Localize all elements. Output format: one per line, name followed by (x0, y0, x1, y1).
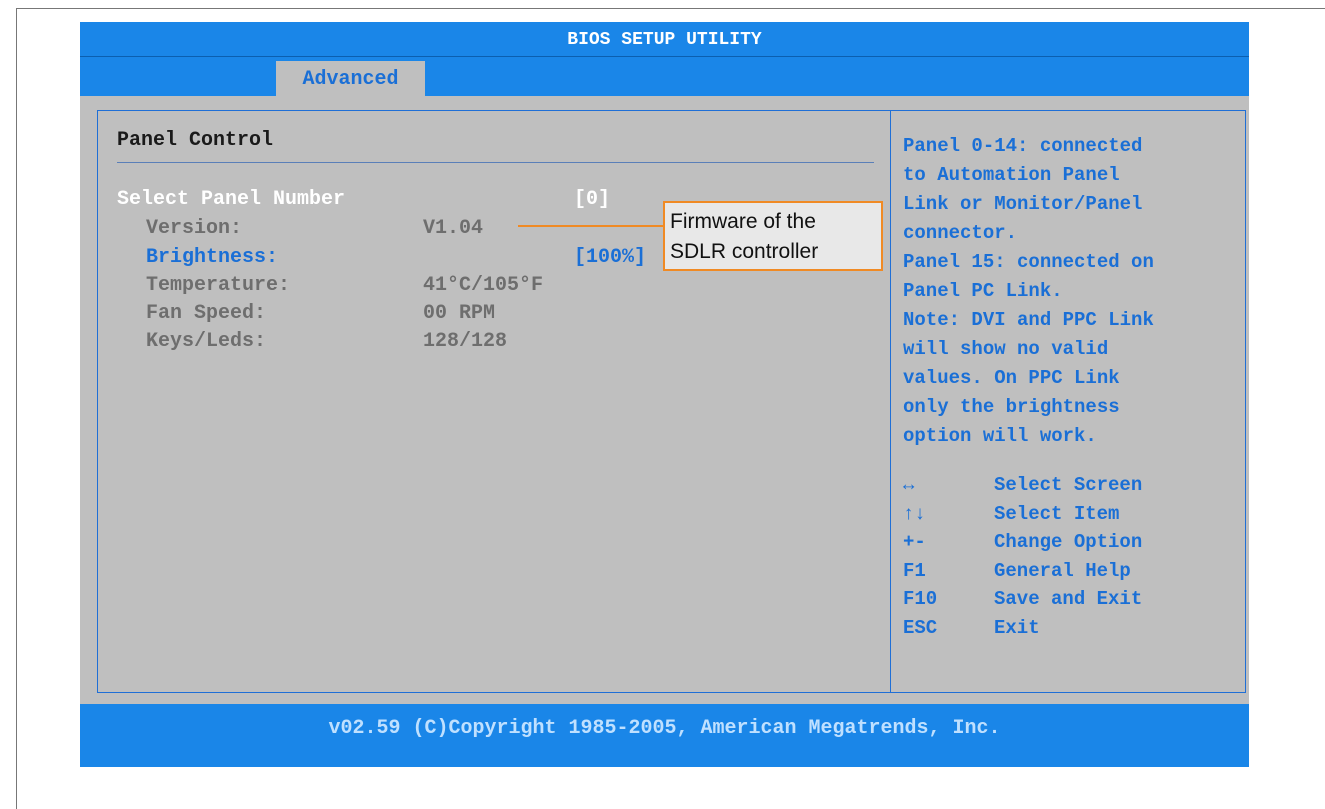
help-line: to Automation Panel (903, 164, 1120, 186)
key-action: General Help (994, 559, 1131, 582)
key-action: Change Option (994, 531, 1143, 553)
section-title: Panel Control (117, 129, 274, 152)
help-line: values. On PPC Link (903, 367, 1120, 389)
version-value: V1.04 (423, 217, 484, 240)
key-legend-row: ESC Exit (903, 614, 1142, 643)
bios-title: BIOS SETUP UTILITY (567, 30, 762, 50)
key-action: Select Screen (994, 474, 1143, 496)
help-line: Link or Monitor/Panel (903, 193, 1143, 215)
key-legend-row: F1 General Help (903, 557, 1142, 586)
key-action: Select Item (994, 502, 1120, 525)
fan-speed-label: Fan Speed: (146, 302, 267, 325)
help-line: Panel 15: connected on (903, 251, 1154, 273)
help-line: Panel 0-14: connected (903, 135, 1143, 157)
copyright-footer: v02.59 (C)Copyright 1985-2005, American … (80, 704, 1249, 767)
left-right-arrow-icon: ↔ (903, 474, 915, 496)
key-legend-row: +- Change Option (903, 528, 1142, 557)
callout-leader-line (518, 225, 666, 227)
key-action: Save and Exit (994, 588, 1143, 610)
section-underline (117, 162, 874, 163)
fan-speed-value: 00 RPM (423, 302, 496, 325)
help-text: Panel 0-14: connected to Automation Pane… (903, 132, 1233, 451)
select-panel-number-value[interactable]: [0] (574, 188, 610, 211)
callout-line-2: SDLR controller (670, 240, 819, 263)
brightness-value[interactable]: [100%] (574, 246, 646, 269)
keys-leds-label: Keys/Leds: (146, 330, 267, 353)
bios-title-bar: BIOS SETUP UTILITY (80, 22, 1249, 56)
key-label: F10 (903, 588, 938, 610)
help-line: option will work. (903, 425, 1097, 447)
help-line: Panel PC Link. (903, 280, 1063, 302)
help-line: only the brightness (903, 396, 1120, 418)
key-label: F1 (903, 559, 926, 582)
select-panel-number-label[interactable]: Select Panel Number (117, 188, 345, 211)
help-line: connector. (903, 222, 1018, 244)
help-line: will show no valid (903, 338, 1109, 360)
key-legend: ↔ Select Screen ↑↓ Select Item +- Change… (903, 471, 1142, 642)
key-label: +- (903, 531, 926, 553)
version-label: Version: (146, 217, 243, 240)
temperature-value: 41°C/105°F (423, 274, 544, 297)
help-divider (890, 110, 891, 692)
key-label: ESC (903, 616, 938, 639)
temperature-label: Temperature: (146, 274, 291, 297)
key-action: Exit (994, 616, 1040, 639)
key-legend-row: ↔ Select Screen (903, 471, 1142, 500)
key-legend-row: ↑↓ Select Item (903, 500, 1142, 529)
main-panel: Panel Control Select Panel Number [0] Ve… (80, 96, 1249, 704)
callout-line-1: Firmware of the (670, 210, 816, 233)
help-line: Note: DVI and PPC Link (903, 309, 1154, 331)
tab-advanced[interactable]: Advanced (276, 61, 425, 97)
key-legend-row: F10 Save and Exit (903, 585, 1142, 614)
up-down-arrow-icon: ↑↓ (903, 502, 926, 525)
tab-bar: Advanced (80, 56, 1249, 97)
firmware-callout: Firmware of the SDLR controller (663, 201, 883, 271)
brightness-label[interactable]: Brightness: (146, 246, 278, 269)
keys-leds-value: 128/128 (423, 330, 508, 353)
